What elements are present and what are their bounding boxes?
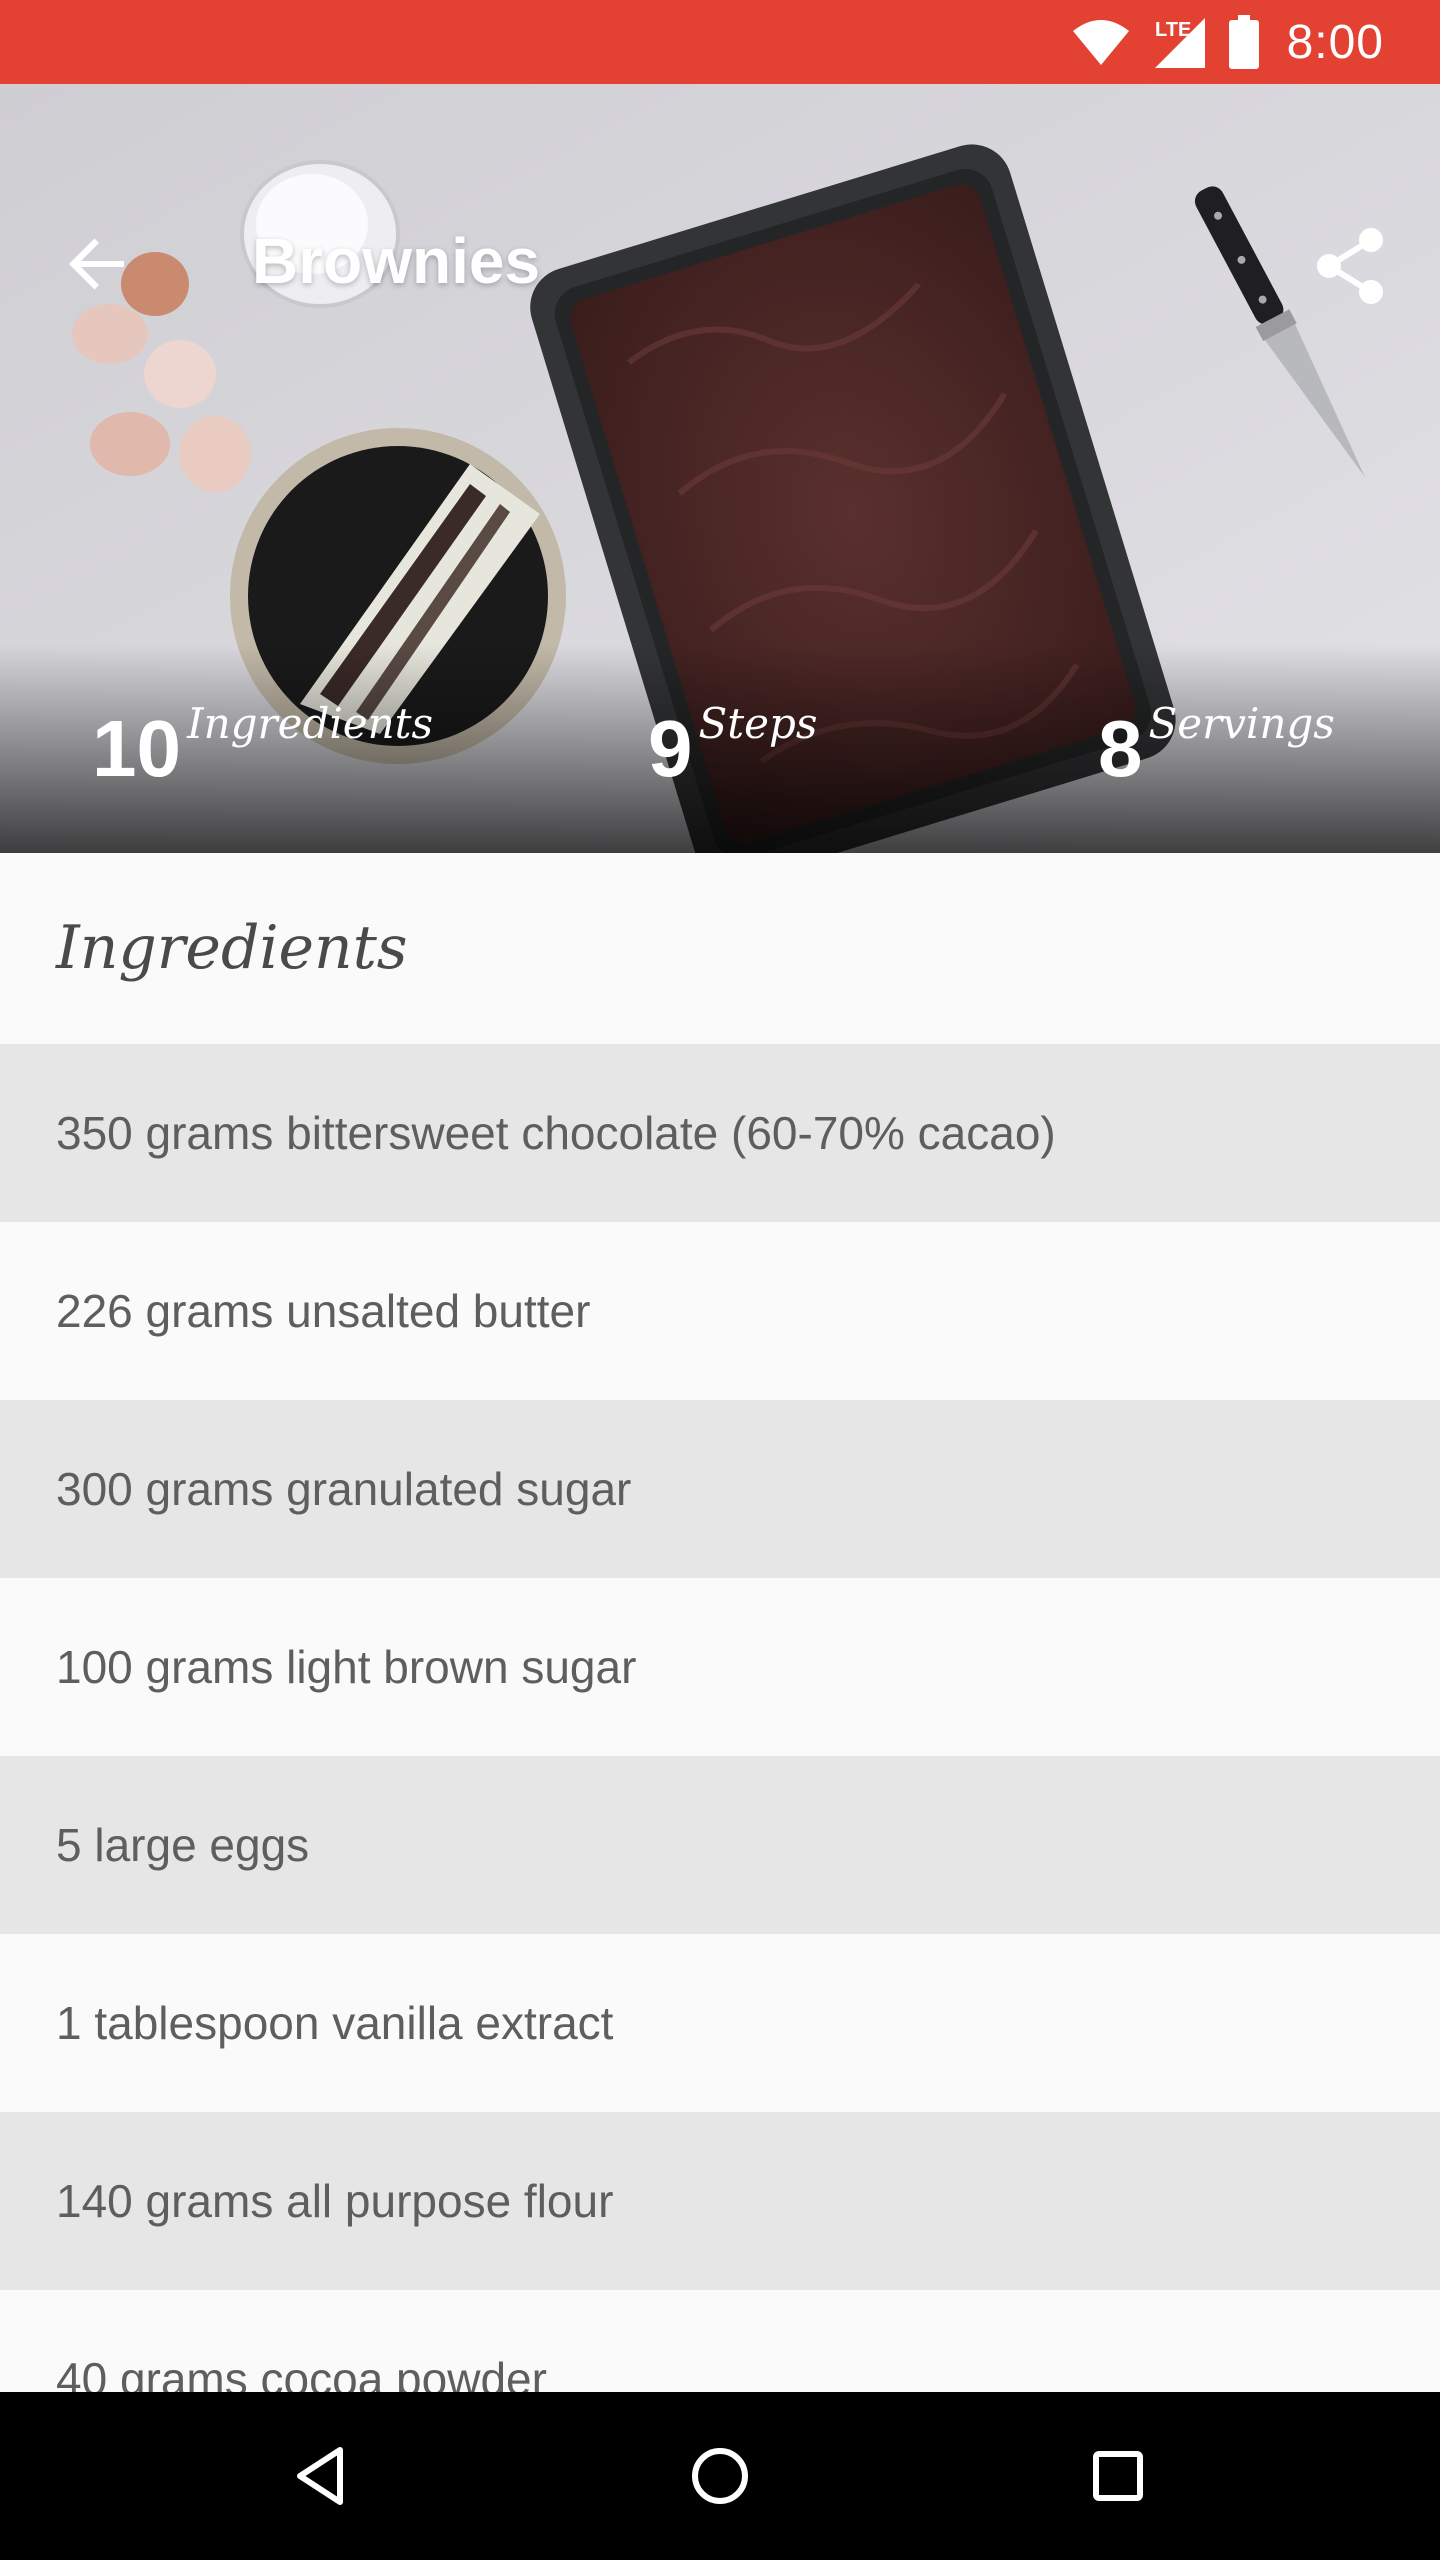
- nav-home-icon: [692, 2448, 748, 2504]
- ingredient-item[interactable]: 1 tablespoon vanilla extract: [0, 1934, 1440, 2112]
- stat-steps-number: 9: [648, 704, 693, 793]
- nav-recents-button[interactable]: [1068, 2426, 1168, 2526]
- stat-ingredients: 10 Ingredients: [92, 703, 433, 793]
- ingredient-item[interactable]: 300 grams granulated sugar: [0, 1400, 1440, 1578]
- network-type-label: LTE: [1155, 19, 1191, 41]
- ingredient-item[interactable]: 226 grams unsalted butter: [0, 1222, 1440, 1400]
- stat-ingredients-label: Ingredients: [186, 699, 434, 748]
- nav-back-icon: [297, 2447, 343, 2505]
- cell-signal-icon: LTE: [1154, 18, 1205, 68]
- stat-steps-label: Steps: [698, 699, 818, 748]
- ingredients-header: Ingredients: [0, 853, 1440, 1044]
- ingredient-item[interactable]: 140 grams all purpose flour: [0, 2112, 1440, 2290]
- share-icon: [1317, 228, 1383, 304]
- back-button[interactable]: [48, 214, 148, 314]
- ingredients-section-title: Ingredients: [56, 913, 408, 983]
- arrow-back-icon: [69, 238, 124, 290]
- recipe-title: Brownies: [252, 225, 541, 297]
- status-icons: LTE 8:00: [1071, 0, 1384, 84]
- share-button[interactable]: [1300, 216, 1400, 316]
- recipe-stats: 10 Ingredients 9 Steps 8 Servings: [0, 653, 1440, 853]
- stat-steps: 9 Steps: [648, 703, 817, 793]
- ingredient-list: 350 grams bittersweet chocolate (60-70% …: [0, 1044, 1440, 2468]
- ingredient-item[interactable]: 5 large eggs: [0, 1756, 1440, 1934]
- stat-ingredients-number: 10: [92, 704, 181, 793]
- recipe-hero: Brownies 10 Ingredients 9 Steps 8 Servin…: [0, 84, 1440, 853]
- status-time: 8:00: [1286, 15, 1384, 69]
- nav-recents-icon: [1093, 2451, 1143, 2501]
- app-bar: Brownies: [0, 84, 1440, 304]
- battery-icon: [1228, 15, 1259, 69]
- recipe-screen: LTE 8:00 Brownies 10 Ingredients 9 Steps…: [0, 0, 1440, 2560]
- nav-back-button[interactable]: [270, 2426, 370, 2526]
- ingredient-item[interactable]: 350 grams bittersweet chocolate (60-70% …: [0, 1044, 1440, 1222]
- stat-servings-number: 8: [1098, 704, 1143, 793]
- stat-servings-label: Servings: [1148, 699, 1335, 748]
- system-nav-bar: [0, 2392, 1440, 2560]
- stat-servings: 8 Servings: [1098, 703, 1335, 793]
- nav-home-button[interactable]: [670, 2426, 770, 2526]
- wifi-icon: [1072, 20, 1129, 65]
- ingredient-item[interactable]: 100 grams light brown sugar: [0, 1578, 1440, 1756]
- status-bar: LTE 8:00: [0, 0, 1440, 84]
